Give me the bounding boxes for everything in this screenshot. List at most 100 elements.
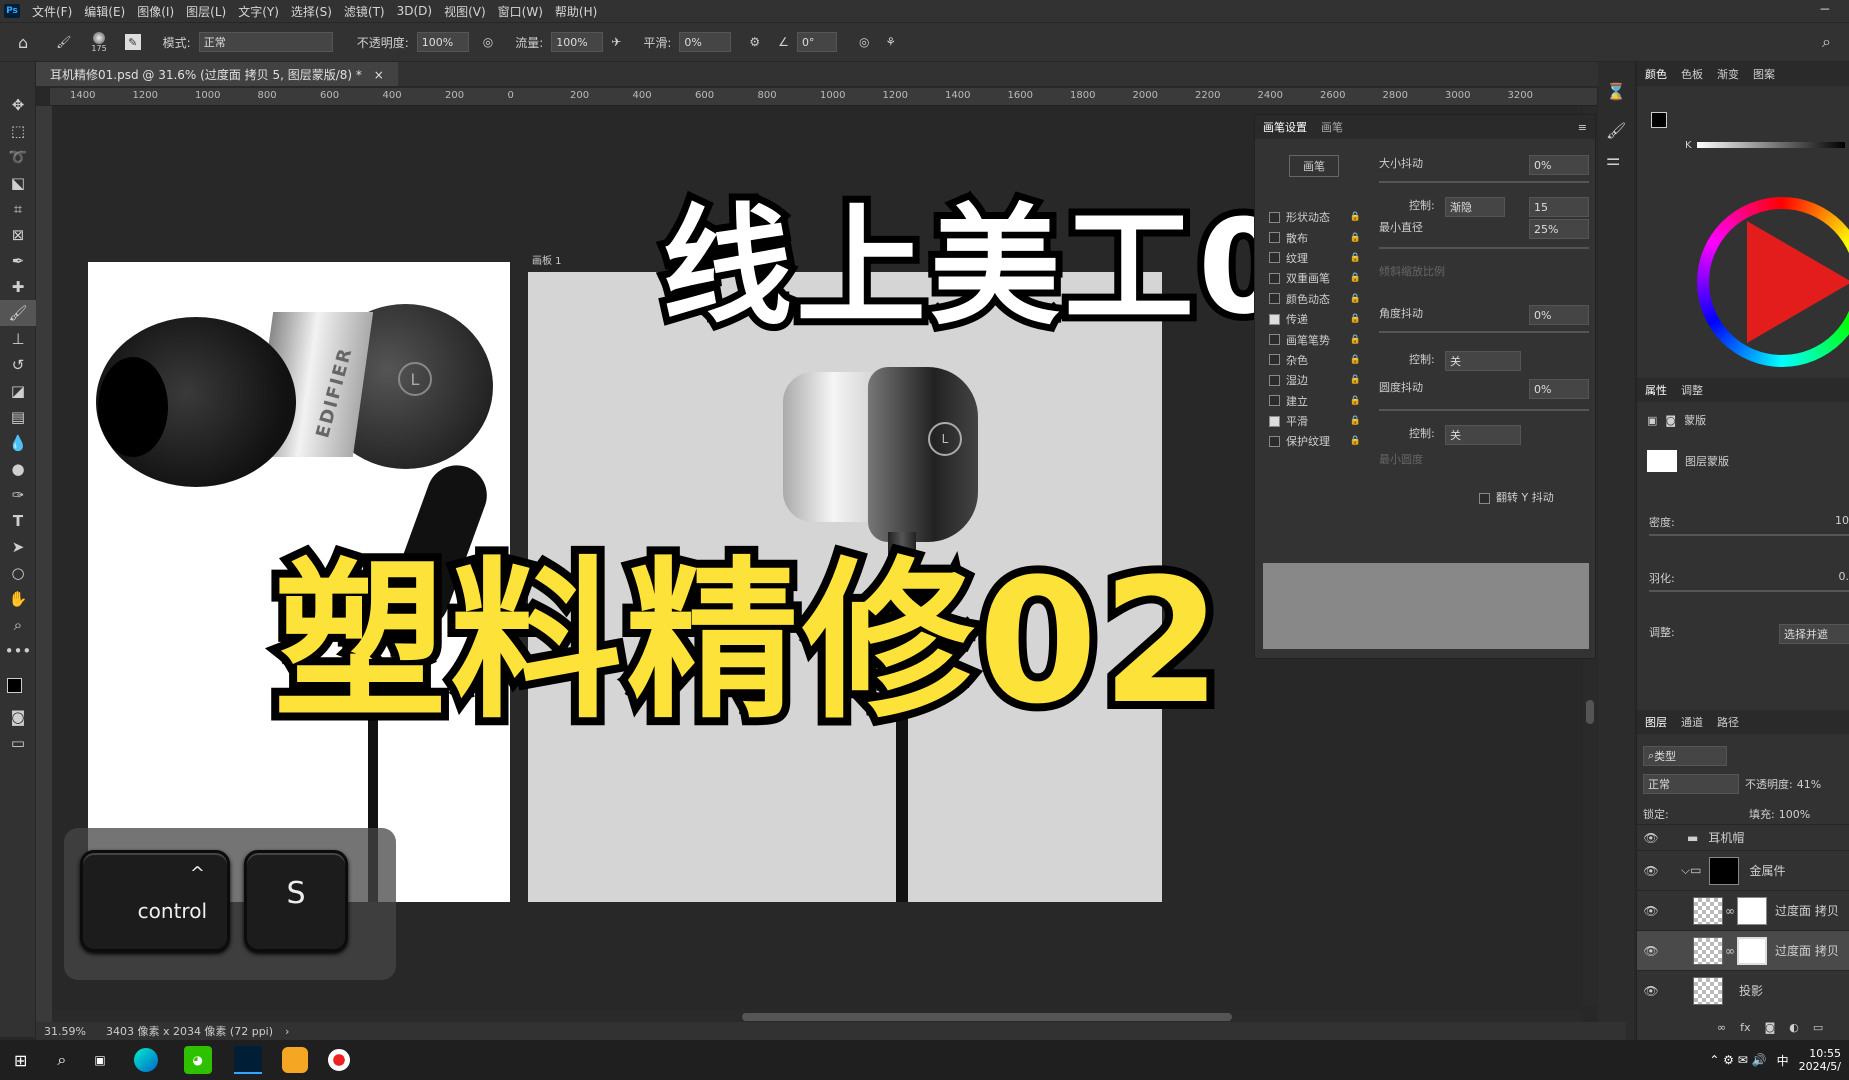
vector-mask-icon[interactable]: ◙ [1665,414,1676,427]
brush-option-checkbox[interactable] [1269,334,1280,346]
windows-start-icon[interactable]: ⊞ [14,1051,27,1070]
wechat-icon[interactable]: ◕ [183,1046,212,1074]
blend-mode-select[interactable]: 正常 [1643,774,1739,794]
crop-tool-icon[interactable]: ⌗ [0,196,36,222]
horizontal-scroll-thumb[interactable] [742,1013,1232,1021]
frame-tool-icon[interactable]: ⊠ [0,222,36,248]
opacity-input[interactable]: 100% [416,32,469,52]
lock-icon[interactable]: 🔒 [1350,416,1361,426]
move-tool-icon[interactable]: ✥ [0,92,36,118]
brush-option-checkbox[interactable] [1269,313,1280,325]
lock-icon[interactable]: 🔒 [1350,436,1361,446]
size-jitter-input[interactable]: 0% [1529,155,1589,175]
control2-select[interactable]: 关 [1445,351,1521,371]
fill-value[interactable]: 100% [1779,808,1810,821]
roundness-jitter-slider[interactable] [1379,409,1589,411]
tab-channels[interactable]: 通道 [1681,714,1703,730]
stamp-tool-icon[interactable]: ⊥ [0,326,36,352]
shape-tool-icon[interactable]: ○ [0,560,36,586]
type-tool-icon[interactable]: T [0,508,36,534]
lock-icon[interactable]: 🔒 [1350,212,1361,222]
visibility-eye-icon[interactable]: 👁 [1637,904,1665,918]
vertical-scroll-thumb[interactable] [1586,700,1594,724]
flow-input[interactable]: 100% [551,32,604,52]
pressure-opacity-icon[interactable]: ◎ [483,35,493,49]
visibility-eye-icon[interactable]: 👁 [1637,864,1665,878]
tab-patterns[interactable]: 图案 [1753,66,1775,82]
layer-row-group-cap[interactable]: 👁 ▬ 耳机帽 [1637,824,1849,850]
min-diameter-slider[interactable] [1379,247,1589,249]
edge-icon[interactable] [133,1048,158,1072]
tray-icons[interactable]: ⌃ ⚙ ✉ 🔊 [1709,1053,1766,1067]
brush-option-checkbox[interactable] [1269,293,1280,305]
visibility-eye-icon[interactable]: 👁 [1637,944,1665,958]
task-view-icon[interactable]: ▣ [94,1053,105,1067]
search-icon[interactable]: ⌕ [57,1050,66,1070]
size-jitter-slider[interactable] [1379,181,1589,183]
brush-tool-icon[interactable]: 🖌 [56,35,71,49]
smoothing-input[interactable]: 0% [679,32,732,52]
feather-value[interactable]: 0. [1839,570,1849,583]
lasso-tool-icon[interactable]: ➰ [0,144,36,170]
marquee-tool-icon[interactable]: ⬚ [0,118,36,144]
close-icon[interactable]: × [374,68,384,82]
menu-3d[interactable]: 3D(D) [391,4,438,18]
brush-option-row[interactable]: 传递 🔒 [1269,309,1361,329]
layer-row-group-metal[interactable]: 👁 ⌵▭ 金属件 [1637,850,1849,890]
menu-type[interactable]: 文字(Y) [232,3,285,20]
menu-window[interactable]: 窗口(W) [492,3,549,20]
menu-view[interactable]: 视图(V) [438,3,492,20]
brush-option-row[interactable]: 杂色 🔒 [1269,350,1361,370]
airbrush-icon[interactable]: ✈ [611,35,621,49]
system-clock[interactable]: 10:55 2024/5/ [1799,1047,1841,1073]
brush-option-row[interactable]: 散布 🔒 [1269,227,1361,247]
brush-option-checkbox[interactable] [1269,415,1280,427]
control-steps-input[interactable]: 15 [1529,197,1589,217]
feather-slider[interactable] [1649,590,1849,592]
document-tab[interactable]: 耳机精修01.psd @ 31.6% (过度面 拷贝 5, 图层蒙版/8) * … [36,62,398,86]
tab-properties[interactable]: 属性 [1645,382,1667,398]
angle-input[interactable]: 0° [796,32,837,52]
layer-row-transition-copy-selected[interactable]: 👁 ∞ 过度面 拷贝 [1637,930,1849,970]
lock-icon[interactable]: 🔒 [1350,294,1361,304]
color-triangle[interactable] [1747,221,1849,343]
history-panel-icon[interactable]: ⌛ [1606,82,1626,101]
roundness-jitter-input[interactable]: 0% [1529,379,1589,399]
tab-color[interactable]: 颜色 [1645,66,1667,82]
lock-icon[interactable]: 🔒 [1350,355,1361,365]
visibility-eye-icon[interactable]: 👁 [1637,831,1665,845]
brush-option-checkbox[interactable] [1269,272,1280,284]
brush-option-checkbox[interactable] [1269,354,1280,366]
brush-option-checkbox[interactable] [1269,435,1280,447]
menu-filter[interactable]: 滤镜(T) [338,3,391,20]
app-taskbar-icon[interactable] [281,1047,308,1073]
brush-option-row[interactable]: 形状动态 🔒 [1269,207,1361,227]
fx-icon[interactable]: fx [1740,1021,1750,1034]
fg-color-chip[interactable] [1651,112,1667,128]
lock-icon[interactable]: 🔒 [1350,233,1361,243]
ime-indicator[interactable]: 中 [1777,1052,1789,1069]
brush-option-checkbox[interactable] [1269,374,1280,386]
density-value[interactable]: 10 [1835,514,1849,527]
brush-option-checkbox[interactable] [1269,395,1280,407]
tab-paths[interactable]: 路径 [1717,714,1739,730]
tab-layers[interactable]: 图层 [1645,714,1667,730]
brush-option-row[interactable]: 平滑 🔒 [1269,411,1361,431]
quick-mask-icon[interactable]: ◙ [0,704,36,730]
tab-brush-settings[interactable]: 画笔设置 [1263,119,1307,135]
new-group-icon[interactable]: ▭ [1813,1021,1823,1034]
brush-panel-toggle-icon[interactable]: ✎ [124,34,141,50]
brush-option-row[interactable]: 保护纹理 🔒 [1269,431,1361,451]
pixel-mask-icon[interactable]: ▣ [1647,414,1657,427]
k-slider[interactable] [1697,142,1845,148]
healing-brush-tool-icon[interactable]: ✚ [0,274,36,300]
adjustment-layer-icon[interactable]: ◐ [1789,1021,1799,1034]
layer-row-transition-copy[interactable]: 👁 ∞ 过度面 拷贝 [1637,890,1849,930]
angle-jitter-input[interactable]: 0% [1529,305,1589,325]
menu-layer[interactable]: 图层(L) [180,3,232,20]
zoom-tool-icon[interactable]: ⌕ [0,612,36,638]
brush-option-checkbox[interactable] [1269,211,1280,223]
color-wheel[interactable] [1697,197,1849,367]
panel-menu-icon[interactable]: ≡ [1578,121,1587,134]
color-swatches[interactable] [0,664,35,704]
